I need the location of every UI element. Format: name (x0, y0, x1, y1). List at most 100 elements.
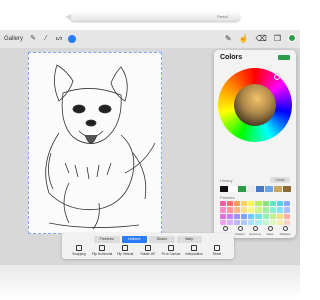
flip-vertical-icon (122, 245, 128, 251)
palette-swatch[interactable] (283, 213, 290, 219)
fit-to-canvas-button[interactable]: Fit to Canvas (160, 245, 182, 256)
palette-swatch[interactable] (234, 207, 241, 213)
tab-palettes[interactable]: Palettes (278, 226, 292, 236)
palette-swatch[interactable] (262, 201, 269, 207)
eraser-icon[interactable]: ⌫ (256, 34, 267, 44)
clear-history-button[interactable]: Clear (270, 177, 290, 183)
palettes-icon (282, 226, 288, 231)
history-label: History (220, 178, 233, 183)
palette-swatch[interactable] (255, 201, 262, 207)
history-swatch[interactable] (220, 186, 228, 192)
palette-swatch[interactable] (241, 219, 248, 225)
selection-icon[interactable]: ᔕ (55, 35, 63, 43)
palette-swatch[interactable] (234, 213, 241, 219)
transform-actions: Snapping Flip Horizontal Flip Vertical Rota… (68, 245, 228, 256)
palette-swatch[interactable] (241, 207, 248, 213)
palette-swatch[interactable] (227, 201, 234, 207)
palette-swatch[interactable] (276, 219, 283, 225)
history-swatch[interactable] (238, 186, 246, 192)
palettes-label: Palettes (220, 195, 235, 200)
flip-vertical-button[interactable]: Flip Vertical (114, 245, 136, 256)
action-label: Flip Vertical (116, 252, 134, 256)
gallery-button[interactable]: Gallery (4, 36, 23, 42)
interpolation-button[interactable]: Interpolation (183, 245, 205, 256)
segment-warp[interactable]: Warp (176, 236, 202, 243)
palette-swatch[interactable] (283, 219, 290, 225)
palette-swatch[interactable] (262, 219, 269, 225)
palette-swatch[interactable] (220, 213, 227, 219)
history-swatch[interactable] (265, 186, 273, 192)
segment-freeform[interactable]: Freeform (94, 236, 120, 243)
history-swatch[interactable] (283, 186, 291, 192)
palette-swatch[interactable] (220, 207, 227, 213)
palette-swatch[interactable] (255, 207, 262, 213)
history-swatch[interactable] (256, 186, 264, 192)
history-swatch[interactable] (247, 186, 255, 192)
palette-swatch[interactable] (276, 201, 283, 207)
tab-classic[interactable]: Classic (233, 226, 247, 236)
palette-swatch[interactable] (262, 213, 269, 219)
palette-swatch[interactable] (227, 219, 234, 225)
history-swatch[interactable] (229, 186, 237, 192)
palette-swatch[interactable] (255, 213, 262, 219)
background-blur (0, 265, 300, 300)
palette-swatch[interactable] (283, 201, 290, 207)
hue-cursor[interactable] (274, 74, 280, 80)
palette-swatch[interactable] (248, 207, 255, 213)
tab-value[interactable]: Value (263, 226, 277, 236)
color-wheel[interactable] (218, 68, 292, 142)
segment-uniform[interactable]: Uniform (121, 236, 147, 243)
palette-swatch[interactable] (262, 207, 269, 213)
smudge-icon[interactable]: ☝ (239, 34, 249, 44)
palette-swatch[interactable] (269, 213, 276, 219)
classic-icon (237, 226, 243, 231)
current-color-swatch[interactable] (278, 55, 290, 60)
move-icon[interactable] (68, 35, 77, 43)
saturation-brightness-disc[interactable] (234, 84, 276, 126)
drawing-canvas[interactable] (28, 52, 162, 234)
palette-swatch[interactable] (227, 207, 234, 213)
palette-swatch[interactable] (269, 207, 276, 213)
palette-grid (220, 201, 290, 225)
palette-swatch[interactable] (276, 207, 283, 213)
palette-swatch[interactable] (283, 207, 290, 213)
transform-toolbar: Freeform Uniform Distort Warp Snapping Flip … (62, 233, 234, 259)
palette-swatch[interactable] (241, 213, 248, 219)
palette-swatch[interactable] (220, 201, 227, 207)
snapping-button[interactable]: Snapping (68, 245, 90, 256)
palette-swatch[interactable] (241, 201, 248, 207)
palette-swatch[interactable] (248, 219, 255, 225)
action-label: Flip Horizontal (91, 252, 113, 256)
rotate-45-button[interactable]: Rotate 45° (137, 245, 159, 256)
reset-button[interactable]: Reset (206, 245, 228, 256)
wrench-icon[interactable]: ✎ (29, 35, 37, 43)
pencil-brand: Pencil (217, 14, 228, 19)
palette-swatch[interactable] (276, 213, 283, 219)
palette-swatch[interactable] (248, 213, 255, 219)
action-label: Interpolation (185, 252, 203, 256)
palette-swatch[interactable] (269, 219, 276, 225)
palette-swatch[interactable] (269, 201, 276, 207)
flip-horizontal-button[interactable]: Flip Horizontal (91, 245, 113, 256)
palette-swatch[interactable] (234, 219, 241, 225)
apple-pencil: Pencil (65, 13, 240, 21)
rotate-45-icon (145, 245, 151, 251)
palette-swatch[interactable] (248, 201, 255, 207)
right-tools: ✎ ☝ ⌫ ❐ (225, 34, 296, 44)
action-label: Snapping (72, 252, 86, 256)
palette-swatch[interactable] (255, 219, 262, 225)
segment-distort[interactable]: Distort (149, 236, 175, 243)
tab-label: Classic (235, 232, 245, 236)
palette-swatch[interactable] (227, 213, 234, 219)
value-icon (267, 226, 273, 231)
color-button[interactable] (288, 34, 296, 42)
palette-swatch[interactable] (234, 201, 241, 207)
disc-icon (222, 226, 228, 231)
palette-swatch[interactable] (220, 219, 227, 225)
history-swatch[interactable] (274, 186, 282, 192)
tab-label: Harmony (248, 232, 262, 236)
layers-icon[interactable]: ❐ (274, 34, 281, 44)
brush-icon[interactable]: ✎ (225, 34, 232, 44)
magic-wand-icon[interactable]: ⁄ (42, 35, 50, 43)
tab-harmony[interactable]: Harmony (248, 226, 262, 236)
